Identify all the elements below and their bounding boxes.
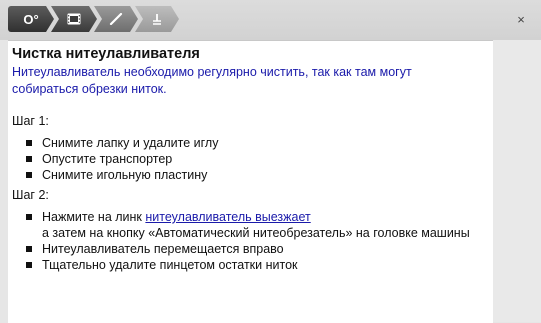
- step1-label: Шаг 1:: [12, 114, 49, 128]
- title-bar: O° ×: [0, 0, 541, 40]
- crumb-home[interactable]: O°: [8, 6, 54, 32]
- list-item: Тщательно удалите пинцетом остатки ниток: [12, 257, 493, 273]
- crumb-thread-cutter[interactable]: [135, 6, 179, 32]
- list-item: Снимите игольную пластину: [12, 167, 493, 183]
- step2-label: Шаг 2:: [12, 188, 49, 202]
- crumb-needle[interactable]: [94, 6, 138, 32]
- step1-list: Снимите лапку и удалите иглу Опустите тр…: [12, 135, 493, 183]
- thread-catcher-extend-link[interactable]: нитеулавливатель выезжает: [145, 210, 310, 224]
- film-icon: [67, 13, 81, 25]
- page-title: Чистка нитеулавливателя: [12, 46, 200, 62]
- list-item: Нажмите на линк нитеулавливатель выезжае…: [12, 209, 493, 241]
- step2-list: Нажмите на линк нитеулавливатель выезжае…: [12, 209, 493, 273]
- breadcrumb: O°: [8, 6, 208, 32]
- right-sidebar: [493, 40, 541, 322]
- list-item: Снимите лапку и удалите иглу: [12, 135, 493, 151]
- close-icon[interactable]: ×: [513, 12, 529, 28]
- list-item: Опустите транспортер: [12, 151, 493, 167]
- crumb-home-label: O°: [23, 11, 39, 27]
- thread-cutter-icon: [150, 13, 164, 25]
- help-panel: Чистка нитеулавливателя Нитеулавливатель…: [8, 40, 493, 323]
- crumb-film[interactable]: [51, 6, 97, 32]
- list-item: Нитеулавливатель перемещается вправо: [12, 241, 493, 257]
- article-content: Чистка нитеулавливателя Нитеулавливатель…: [8, 41, 493, 273]
- step2-item1-suffix: а затем на кнопку «Автоматический нитеоб…: [42, 226, 470, 240]
- article-intro: Нитеулавливатель необходимо регулярно чи…: [12, 65, 412, 96]
- needle-icon: [109, 13, 123, 25]
- step2-item1-prefix: Нажмите на линк: [42, 210, 146, 224]
